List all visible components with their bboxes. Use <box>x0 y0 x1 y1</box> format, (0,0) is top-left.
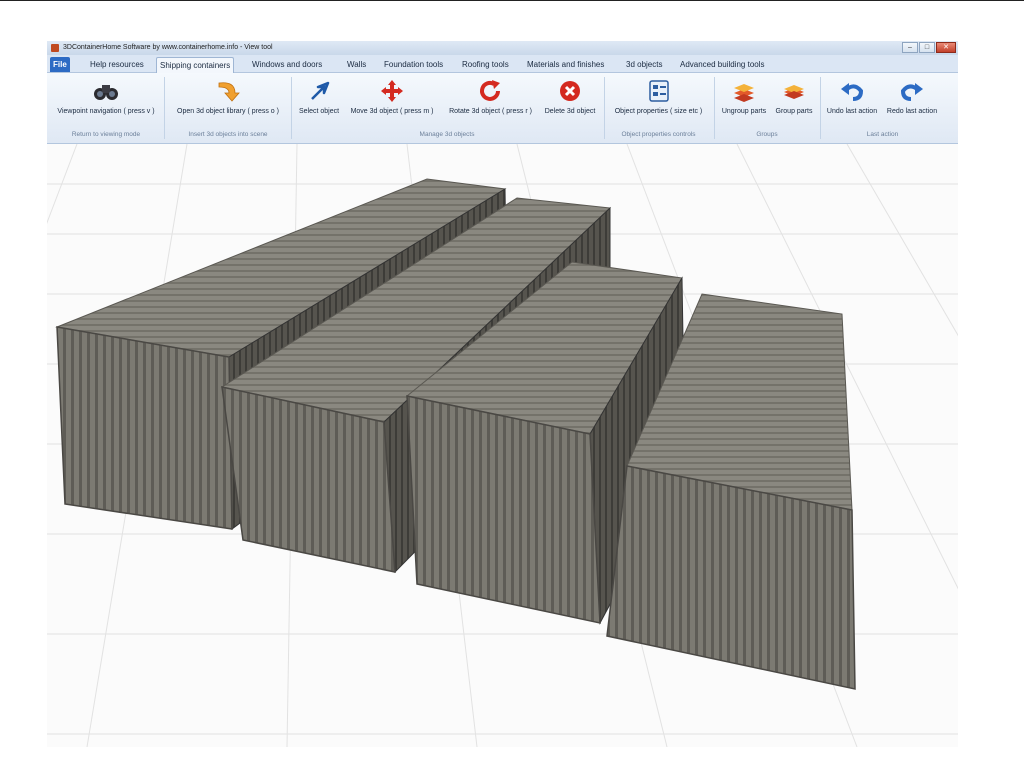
viewpoint-navigation-button[interactable]: Viewpoint navigation ( press v ) <box>52 75 160 125</box>
move-object-button[interactable]: Move 3d object ( press m ) <box>344 75 440 125</box>
select-object-button[interactable]: Select object <box>294 75 344 125</box>
curved-arrow-icon <box>218 82 240 102</box>
group-parts-button[interactable]: Group parts <box>771 75 817 125</box>
open-object-library-label: Open 3d object library ( press o ) <box>177 108 279 115</box>
undo-label: Undo last action <box>826 108 878 115</box>
ungroup-icon <box>734 84 754 102</box>
group-divider <box>291 77 292 139</box>
window-controls: – □ ✕ <box>902 42 956 53</box>
undo-button[interactable]: Undo last action <box>823 75 881 125</box>
minimize-button[interactable]: – <box>902 42 918 53</box>
rotate-icon <box>479 80 500 101</box>
tab-help-resources[interactable]: Help resources <box>87 57 147 72</box>
maximize-button[interactable]: □ <box>919 42 935 53</box>
move-object-label: Move 3d object ( press m ) <box>350 108 434 115</box>
viewpoint-navigation-label: Viewpoint navigation ( press v ) <box>57 108 155 115</box>
tab-advanced-building-tools[interactable]: Advanced building tools <box>677 57 768 72</box>
properties-icon <box>648 80 669 102</box>
object-properties-label: Object properties ( size etc ) <box>614 108 703 115</box>
group-icon <box>784 85 804 99</box>
tab-3d-objects[interactable]: 3d objects <box>623 57 665 72</box>
open-object-library-button[interactable]: Open 3d object library ( press o ) <box>169 75 287 125</box>
delete-icon <box>560 81 580 101</box>
close-button[interactable]: ✕ <box>936 42 956 53</box>
move-arrows-icon <box>381 80 403 102</box>
redo-icon <box>900 83 923 101</box>
group-divider <box>820 77 821 139</box>
menu-tabs: File Help resources Shipping containers … <box>47 55 958 73</box>
delete-object-label: Delete 3d object <box>544 108 596 115</box>
tab-file[interactable]: File <box>50 57 70 72</box>
group-label-manage-objects: Manage 3d objects <box>419 131 475 138</box>
tab-roofing-tools[interactable]: Roofing tools <box>459 57 512 72</box>
undo-icon <box>841 83 864 101</box>
redo-button[interactable]: Redo last action <box>882 75 942 125</box>
tab-materials-and-finishes[interactable]: Materials and finishes <box>524 57 607 72</box>
group-label-viewing-mode: Return to viewing mode <box>71 131 141 138</box>
window-title: 3DContainerHome Software by www.containe… <box>63 44 273 51</box>
ungroup-parts-label: Ungroup parts <box>721 108 767 115</box>
screen-top-border <box>0 0 1024 1</box>
title-bar: 3DContainerHome Software by www.containe… <box>47 41 958 55</box>
object-properties-button[interactable]: Object properties ( size etc ) <box>607 75 710 125</box>
tab-windows-and-doors[interactable]: Windows and doors <box>249 57 325 72</box>
ribbon-toolbar: Viewpoint navigation ( press v ) Open 3d… <box>47 73 958 144</box>
delete-object-button[interactable]: Delete 3d object <box>540 75 600 125</box>
group-divider <box>604 77 605 139</box>
group-label-object-properties: Object properties controls <box>621 131 696 138</box>
scene-canvas[interactable] <box>47 144 958 747</box>
app-window: 3DContainerHome Software by www.containe… <box>47 41 958 747</box>
ungroup-parts-button[interactable]: Ungroup parts <box>717 75 771 125</box>
group-label-groups: Groups <box>756 131 778 138</box>
tab-walls[interactable]: Walls <box>344 57 369 72</box>
redo-label: Redo last action <box>886 108 938 115</box>
tab-shipping-containers[interactable]: Shipping containers <box>156 57 235 73</box>
tab-foundation-tools[interactable]: Foundation tools <box>381 57 446 72</box>
binoculars-icon <box>94 85 118 100</box>
app-icon <box>51 44 59 52</box>
group-divider <box>164 77 165 139</box>
rotate-object-button[interactable]: Rotate 3d object ( press r ) <box>441 75 540 125</box>
select-object-label: Select object <box>298 108 340 115</box>
rotate-object-label: Rotate 3d object ( press r ) <box>449 108 532 115</box>
3d-viewport[interactable] <box>47 144 958 747</box>
group-parts-label: Group parts <box>775 108 813 115</box>
group-label-insert-objects: Insert 3d objects into scene <box>188 131 268 138</box>
group-divider <box>714 77 715 139</box>
group-label-last-action: Last action <box>866 131 899 138</box>
select-arrow-icon <box>311 81 330 100</box>
